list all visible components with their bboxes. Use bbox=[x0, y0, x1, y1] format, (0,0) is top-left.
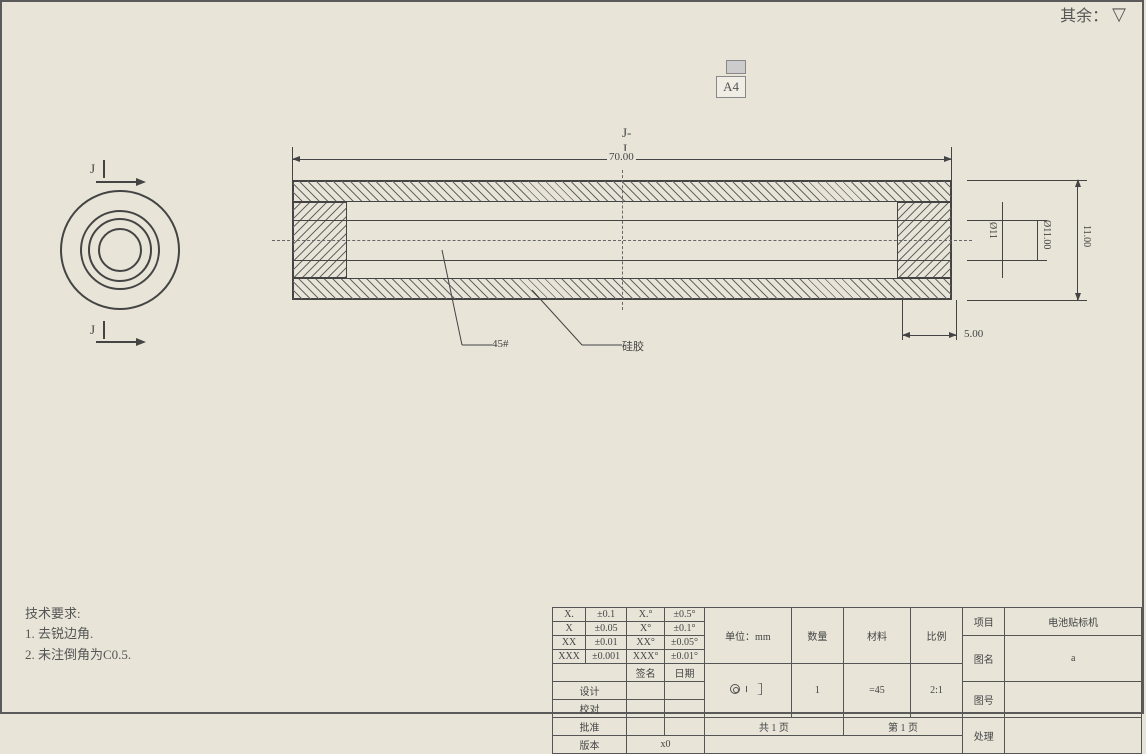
unit-label: 单位：mm bbox=[704, 608, 791, 664]
tol-r4c1: XXX bbox=[553, 650, 586, 664]
leader-1-label: 45# bbox=[492, 338, 509, 350]
part-body: 45# 硅胶 bbox=[292, 180, 952, 300]
treatment-label: 处理 bbox=[963, 718, 1005, 754]
leader-1 bbox=[412, 250, 502, 360]
projection-symbol bbox=[704, 664, 791, 718]
a4-format-badge: A4 bbox=[716, 60, 746, 98]
a4-label: A4 bbox=[716, 76, 746, 98]
section-arrow-top: J bbox=[90, 160, 105, 178]
name-value: a bbox=[1005, 636, 1142, 682]
tol-r1c2: ±0.1 bbox=[586, 608, 627, 622]
surface-label: 其余： bbox=[1060, 2, 1108, 26]
tol-r3c4: ±0.05° bbox=[665, 636, 705, 650]
material-label: 材料 bbox=[843, 608, 910, 664]
arrow-head-icon bbox=[136, 178, 146, 186]
tol-r4c4: ±0.01° bbox=[665, 650, 705, 664]
design-label: 设计 bbox=[553, 682, 627, 700]
surface-symbol-icon: ▽ bbox=[1112, 4, 1126, 25]
technical-requirements: 技术要求: 1. 去锐边角. 2. 未注倒角为C0.5. bbox=[25, 604, 131, 666]
core-circle bbox=[98, 228, 142, 272]
tol-r2c2: ±0.05 bbox=[586, 622, 627, 636]
arrow-line bbox=[96, 181, 136, 183]
arrow-head-bottom-icon bbox=[136, 338, 146, 346]
number-label: 图号 bbox=[963, 682, 1005, 718]
sheet-total: 共 1 页 bbox=[704, 718, 843, 736]
tech-req-item-2: 2. 未注倒角为C0.5. bbox=[25, 645, 131, 666]
tol-r3c1: XX bbox=[553, 636, 586, 650]
material-value: =45 bbox=[843, 664, 910, 718]
tech-req-item-1: 1. 去锐边角. bbox=[25, 624, 131, 645]
tol-r1c1: X. bbox=[553, 608, 586, 622]
tol-r2c4: ±0.1° bbox=[665, 622, 705, 636]
scale-value: 2:1 bbox=[910, 664, 962, 718]
name-label: 图名 bbox=[963, 636, 1005, 682]
version-value: x0 bbox=[627, 736, 705, 754]
qty-label: 数量 bbox=[791, 608, 843, 664]
section-letter-j-bottom: J bbox=[90, 322, 95, 338]
tol-r2c1: X bbox=[553, 622, 586, 636]
dim-depth-value: 5.00 bbox=[962, 328, 985, 340]
leader-2-label: 硅胶 bbox=[622, 338, 644, 354]
tol-r3c2: ±0.01 bbox=[586, 636, 627, 650]
signature-label: 签名 bbox=[627, 664, 665, 682]
paper-icon bbox=[726, 60, 746, 74]
tol-r4c2: ±0.001 bbox=[586, 650, 627, 664]
project-value: 电池贴标机 bbox=[1005, 608, 1142, 636]
project-label: 项目 bbox=[963, 608, 1005, 636]
dim-outer-height: 11.00 bbox=[1081, 225, 1092, 247]
dim-length-value: 70.00 bbox=[607, 151, 636, 163]
leader-2 bbox=[512, 280, 632, 360]
surface-finish-note: 其余： ▽ bbox=[1060, 2, 1126, 26]
scale-label: 比例 bbox=[910, 608, 962, 664]
qty-value: 1 bbox=[791, 664, 843, 718]
version-label: 版本 bbox=[553, 736, 627, 754]
tol-r1c4: ±0.5° bbox=[665, 608, 705, 622]
review-label: 校对 bbox=[553, 700, 627, 718]
tol-r2c3: X° bbox=[627, 622, 665, 636]
approve-label: 批准 bbox=[553, 718, 627, 736]
sheet-current: 第 1 页 bbox=[843, 718, 962, 736]
dim-inner-dia: Ø11 bbox=[987, 222, 998, 239]
section-letter-j-top: J bbox=[90, 161, 95, 177]
tol-r1c3: X.° bbox=[627, 608, 665, 622]
dim-bore-dia: Ø11.00 bbox=[1041, 220, 1052, 249]
arrow-line-bottom bbox=[96, 341, 136, 343]
title-block: X. ±0.1 X.° ±0.5° 单位：mm 数量 材料 比例 项目 电池贴标… bbox=[552, 607, 1142, 712]
tol-r3c3: XX° bbox=[627, 636, 665, 650]
tech-req-title: 技术要求: bbox=[25, 604, 131, 625]
tol-r4c3: XXX° bbox=[627, 650, 665, 664]
date-label: 日期 bbox=[665, 664, 705, 682]
